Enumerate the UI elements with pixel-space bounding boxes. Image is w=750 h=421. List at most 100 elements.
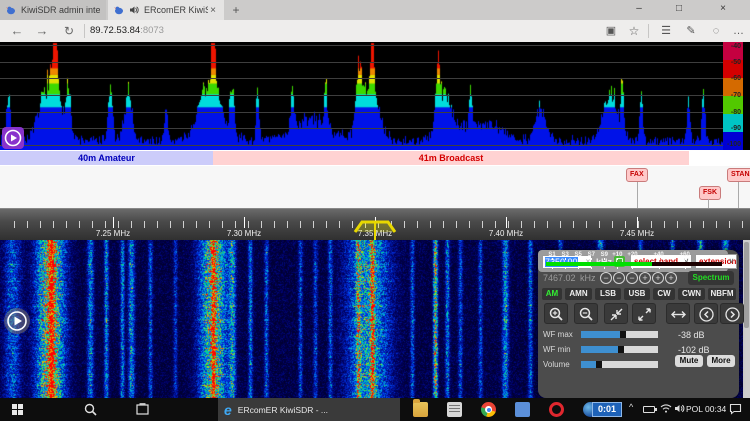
- url-host: 89.72.53.84: [90, 25, 140, 36]
- action-center-icon[interactable]: [729, 403, 742, 415]
- battery-icon[interactable]: [643, 406, 655, 413]
- smeter-tick: [685, 267, 686, 269]
- reading-view-icon[interactable]: ▣: [601, 22, 621, 40]
- zoom-in-button[interactable]: +: [665, 272, 677, 284]
- mode-button-usb[interactable]: USB: [624, 288, 650, 300]
- zoom-to-band-button[interactable]: [604, 303, 628, 324]
- share-icon[interactable]: ◌: [706, 22, 726, 40]
- network-icon[interactable]: [660, 403, 672, 413]
- db-label: -60: [723, 75, 741, 82]
- volume-icon[interactable]: [674, 403, 685, 414]
- tab-kiwisdr-admin[interactable]: KiwiSDR admin interface: [0, 0, 106, 20]
- url-field[interactable]: 89.72.53.84:8073: [90, 22, 510, 40]
- smeter-tick: [591, 258, 592, 260]
- zoom-out-button[interactable]: −: [613, 272, 625, 284]
- search-icon: [84, 403, 97, 416]
- station-label-fsk[interactable]: FSK: [699, 186, 721, 200]
- taskbar-search-button[interactable]: [78, 398, 102, 421]
- smeter-tick: [604, 267, 605, 269]
- mode-button-cw[interactable]: CW: [653, 288, 675, 300]
- hub-icon[interactable]: ☰: [656, 22, 676, 40]
- shift-right-button[interactable]: [720, 303, 744, 324]
- annotate-icon[interactable]: ✎: [681, 22, 701, 40]
- spectrum-canvas[interactable]: [0, 42, 723, 150]
- band-41m-broadcast[interactable]: 41m Broadcast: [213, 151, 689, 165]
- spectrum-display[interactable]: -40 -50 -60 -70 -80 -90 -100: [0, 42, 750, 150]
- scrollbar-thumb[interactable]: [744, 242, 749, 328]
- zoom-out-button[interactable]: −: [600, 272, 612, 284]
- clock[interactable]: 00:34: [705, 404, 726, 414]
- station-label-fax[interactable]: FAX: [626, 168, 648, 182]
- start-button[interactable]: [4, 398, 32, 421]
- zoom-out-magnifier-button[interactable]: [574, 303, 598, 324]
- wf-min-slider[interactable]: [581, 346, 658, 353]
- station-line: [738, 182, 739, 208]
- divider: [648, 24, 649, 38]
- opera-icon[interactable]: [549, 402, 564, 417]
- screen: KiwiSDR admin interface ERcomER KiwiSDR …: [0, 0, 750, 421]
- wf-max-value: -38 dB: [678, 330, 705, 340]
- gridline: [0, 145, 723, 146]
- zoom-in-magnifier-button[interactable]: [544, 303, 568, 324]
- refresh-button[interactable]: ↻: [60, 22, 78, 40]
- band-40m-amateur[interactable]: 40m Amateur: [0, 151, 213, 165]
- file-explorer-icon[interactable]: [413, 402, 428, 417]
- chevron-down-icon: ∨: [729, 255, 734, 268]
- tab-audio-speaker-icon[interactable]: [129, 5, 139, 15]
- mute-button[interactable]: Mute: [675, 355, 703, 367]
- volume-slider[interactable]: [581, 361, 658, 368]
- window-close-button[interactable]: ×: [706, 0, 740, 19]
- frequency-scale[interactable]: 7.25 MHz 7.30 MHz 7.35 MHz 7.40 MHz 7.45…: [0, 208, 750, 240]
- forward-button[interactable]: →: [33, 22, 51, 40]
- station-label-stanag[interactable]: STANAG: [727, 168, 750, 182]
- mode-button-amn[interactable]: AMN: [565, 288, 592, 300]
- timer-badge[interactable]: 0:01: [592, 402, 622, 417]
- passband-indicator[interactable]: [353, 218, 397, 242]
- chrome-icon[interactable]: [481, 402, 496, 417]
- window-minimize-button[interactable]: –: [622, 0, 656, 19]
- station-line: [637, 182, 638, 208]
- window-maximize-button[interactable]: □: [662, 0, 696, 19]
- back-button[interactable]: ←: [8, 22, 26, 40]
- favorites-star-icon[interactable]: ☆: [624, 22, 644, 40]
- zoom-in-button[interactable]: +: [639, 272, 651, 284]
- kiwi-favicon-icon: [114, 5, 124, 15]
- passband-width-button[interactable]: [666, 303, 690, 324]
- mode-button-nbfm[interactable]: NBFM: [708, 288, 736, 300]
- blue-app-icon[interactable]: [515, 402, 530, 417]
- tab-ercomer-kiwisdr[interactable]: ERcomER KiwiSDR · ×: [108, 0, 224, 20]
- browser-tab-bar: KiwiSDR admin interface ERcomER KiwiSDR …: [0, 0, 750, 20]
- wf-max-slider[interactable]: [581, 331, 658, 338]
- smeter-tick: [659, 258, 660, 260]
- mode-button-cwn[interactable]: CWN: [678, 288, 705, 300]
- wf-min-value: -102 dB: [678, 345, 710, 355]
- mode-button-am[interactable]: AM: [542, 288, 562, 300]
- smeter-tick: [591, 267, 592, 269]
- zoom-out-max-button[interactable]: [632, 303, 656, 324]
- shift-left-button[interactable]: [694, 303, 718, 324]
- tab-title: ERcomER KiwiSDR ·: [144, 5, 208, 15]
- language-indicator[interactable]: POL: [686, 404, 703, 414]
- waterfall-play-button[interactable]: [4, 308, 30, 334]
- volume-label: Volume: [543, 360, 581, 369]
- zoom-out-button[interactable]: −: [626, 272, 638, 284]
- spectrum-toggle-button[interactable]: Spectrum: [688, 271, 734, 285]
- more-button[interactable]: More: [707, 355, 735, 367]
- smeter-tick: [685, 258, 686, 260]
- edge-task-button[interactable]: e ERcomER KiwiSDR - ...: [218, 398, 400, 421]
- hidden-icons-caret[interactable]: ^: [629, 402, 633, 412]
- play-icon: [2, 127, 24, 149]
- db-label: -90: [723, 125, 741, 132]
- major-tick: [637, 217, 638, 228]
- more-menu-icon[interactable]: …: [729, 22, 749, 40]
- task-view-button[interactable]: [130, 398, 154, 421]
- zoom-in-button[interactable]: +: [652, 272, 664, 284]
- new-tab-button[interactable]: +: [228, 2, 244, 18]
- mode-button-lsb[interactable]: LSB: [595, 288, 621, 300]
- station-line: [708, 199, 709, 208]
- spectrum-play-button[interactable]: [2, 127, 24, 149]
- notes-app-icon[interactable]: [447, 402, 462, 417]
- smeter-tick: [578, 267, 579, 269]
- windows-logo-icon: [12, 404, 24, 416]
- tab-close-icon[interactable]: ×: [208, 5, 218, 16]
